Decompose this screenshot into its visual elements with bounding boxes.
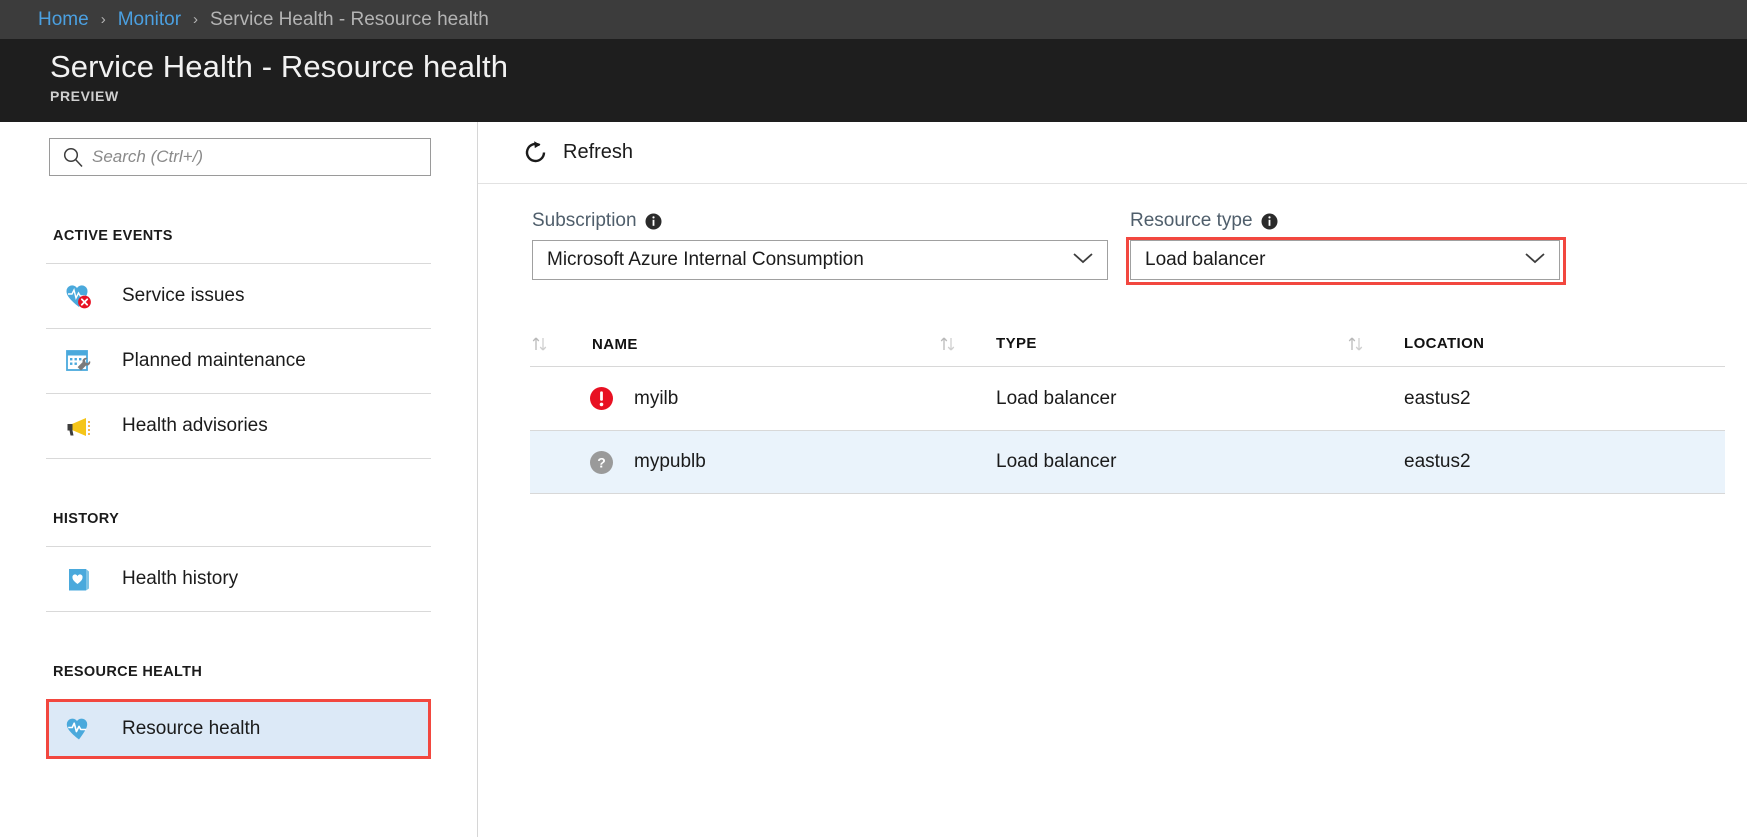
sidebar-item-label: Service issues — [122, 285, 245, 307]
sidebar-item-planned-maintenance[interactable]: Planned maintenance — [0, 329, 477, 393]
search-icon — [60, 146, 86, 168]
sidebar-item-resource-health[interactable]: Resource health — [46, 699, 431, 759]
subscription-value: Microsoft Azure Internal Consumption — [547, 249, 864, 271]
megaphone-icon — [64, 411, 94, 441]
sidebar-item-resource-health-wrap: Resource health — [46, 699, 431, 759]
sidebar-item-label: Health history — [122, 568, 238, 590]
cell-type: Load balancer — [996, 451, 1116, 472]
main-content: Refresh Subscription Microsoft Azure Int… — [478, 122, 1747, 837]
sidebar-group-history: HISTORY — [0, 511, 477, 527]
refresh-button[interactable]: Refresh — [563, 141, 633, 164]
cell-location: eastus2 — [1404, 451, 1471, 472]
breadcrumb-item-monitor[interactable]: Monitor — [118, 9, 181, 31]
preview-badge: PREVIEW — [50, 88, 1747, 104]
breadcrumb-item-current: Service Health - Resource health — [210, 9, 489, 31]
search-box[interactable] — [49, 138, 431, 176]
book-heart-icon — [64, 564, 94, 594]
column-header-type: TYPE — [996, 335, 1037, 352]
svg-text:?: ? — [597, 454, 606, 470]
sidebar-item-health-advisories[interactable]: Health advisories — [0, 394, 477, 458]
resource-type-filter: Resource type Load balancer — [1130, 210, 1560, 280]
breadcrumb-separator-icon: › — [89, 12, 118, 27]
sidebar-item-label: Planned maintenance — [122, 350, 306, 372]
sidebar-group-active-events: ACTIVE EVENTS — [0, 228, 477, 244]
column-header-name: NAME — [588, 336, 638, 353]
resource-type-select[interactable]: Load balancer — [1130, 240, 1560, 280]
sort-arrows-icon[interactable] — [938, 334, 996, 354]
sort-arrows-icon[interactable] — [530, 334, 588, 354]
heart-pulse-icon — [64, 714, 94, 744]
sidebar-item-service-issues[interactable]: Service issues — [0, 264, 477, 328]
breadcrumb-separator-icon: › — [181, 12, 210, 27]
cell-type: Load balancer — [996, 388, 1116, 409]
chevron-down-icon — [1523, 251, 1547, 270]
search-input[interactable] — [86, 147, 430, 167]
sidebar-item-label: Health advisories — [122, 415, 268, 437]
resources-table: NAME TYPE LOCATION — [530, 322, 1725, 494]
subscription-label: Subscription — [532, 210, 637, 232]
error-icon — [588, 386, 614, 412]
table-row[interactable]: ? mypublb Load balancer eastus2 — [530, 430, 1725, 494]
sidebar: ACTIVE EVENTS Service issues — [0, 122, 478, 837]
breadcrumb: Home › Monitor › Service Health - Resour… — [0, 0, 1747, 39]
calendar-wrench-icon — [64, 346, 94, 376]
resource-type-label: Resource type — [1130, 210, 1253, 232]
toolbar: Refresh — [478, 122, 1747, 184]
column-header-location: LOCATION — [1404, 335, 1484, 352]
breadcrumb-item-home[interactable]: Home — [38, 9, 89, 31]
cell-name: mypublb — [634, 451, 706, 473]
sort-arrows-icon[interactable] — [1346, 334, 1404, 354]
info-icon[interactable] — [1261, 213, 1278, 230]
subscription-label-row: Subscription — [532, 210, 1108, 232]
table-row[interactable]: myilb Load balancer eastus2 — [530, 366, 1725, 430]
chevron-down-icon — [1071, 251, 1095, 270]
table-header-row: NAME TYPE LOCATION — [530, 322, 1725, 366]
cell-name: myilb — [634, 388, 678, 410]
refresh-icon[interactable] — [522, 139, 549, 166]
cell-location: eastus2 — [1404, 388, 1471, 409]
subscription-select[interactable]: Microsoft Azure Internal Consumption — [532, 240, 1108, 280]
subscription-filter: Subscription Microsoft Azure Internal Co… — [532, 210, 1108, 280]
info-icon[interactable] — [645, 213, 662, 230]
azure-portal-page: Home › Monitor › Service Health - Resour… — [0, 0, 1747, 837]
filter-bar: Subscription Microsoft Azure Internal Co… — [478, 184, 1747, 280]
resource-type-label-row: Resource type — [1130, 210, 1560, 232]
resource-type-value: Load balancer — [1145, 249, 1265, 271]
page-header: Service Health - Resource health PREVIEW — [0, 39, 1747, 122]
unknown-icon: ? — [588, 449, 614, 475]
heart-error-icon — [64, 281, 94, 311]
sidebar-item-label: Resource health — [122, 718, 260, 740]
sidebar-item-health-history[interactable]: Health history — [0, 547, 477, 611]
page-title: Service Health - Resource health — [50, 45, 1747, 89]
sidebar-group-resource-health: RESOURCE HEALTH — [0, 664, 477, 680]
